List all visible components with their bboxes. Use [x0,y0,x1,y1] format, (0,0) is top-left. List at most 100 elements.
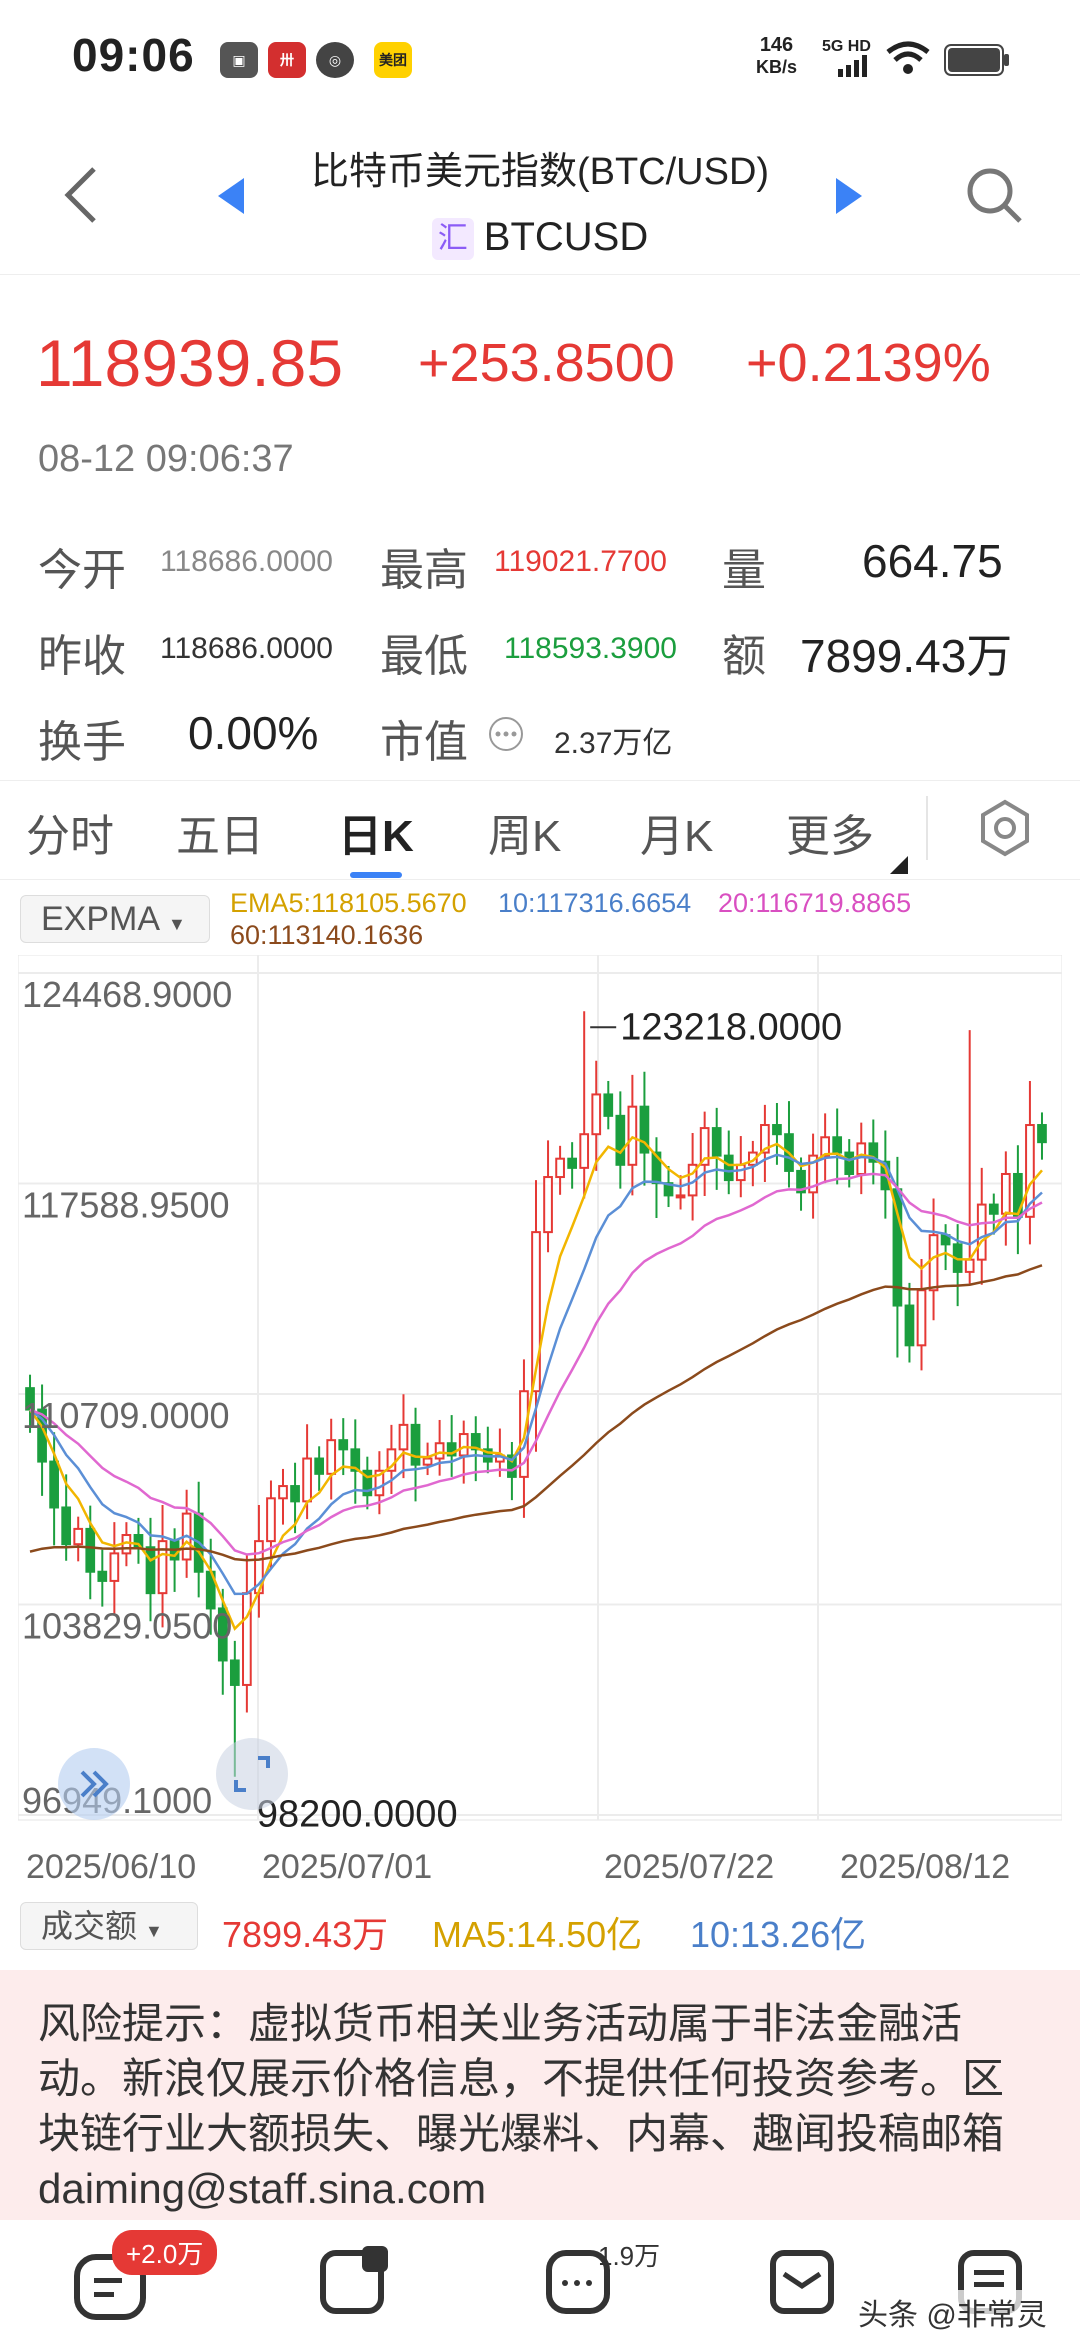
candle-body [97,1570,108,1582]
candle-body [735,1163,746,1182]
y-tick-label: 124468.9000 [22,974,232,1015]
candle-body [844,1151,855,1175]
open-label: 今开 [38,546,126,595]
candle-body [410,1423,421,1466]
candle-body [555,1157,565,1179]
candle-body [1037,1124,1047,1144]
low-label: 最低 [380,632,468,681]
active-tab-indicator [350,872,402,878]
candle-body [49,1460,59,1509]
tab-intraday[interactable]: 分时 [26,800,114,864]
candle-body [988,1203,999,1215]
tab-five-day[interactable]: 五日 [176,800,264,864]
candle-body [242,1592,252,1686]
candle-body [964,1258,975,1273]
candle-body [711,1127,722,1157]
volume-label: 量 [722,546,766,595]
candle-body [591,1093,602,1136]
high-value: 119021.7700 [494,545,667,578]
market-cap-label: 市值 [380,718,468,767]
x-tick: 2025/07/22 [604,1848,775,1886]
candle-body [434,1442,445,1460]
expand-left-button[interactable] [58,1748,130,1820]
candle-body [458,1433,469,1457]
settings-icon[interactable] [975,798,1035,858]
forex-tag: 汇 [431,218,474,261]
signal-icon [838,55,867,77]
candle-body [675,1194,686,1199]
candle-body [290,1485,300,1503]
indicator-select[interactable]: EXPMA ▼ [20,895,210,943]
candle-body [1000,1172,1011,1215]
amount-label: 额 [722,632,766,681]
volume-indicator-select[interactable]: 成交额 ▼ [20,1902,198,1950]
x-tick: 2025/07/01 [262,1848,433,1886]
app-notification-icon: ▣ [220,42,258,78]
ema5-legend: EMA5:118105.5670 [230,888,467,918]
app-notification-icon: ◎ [316,42,354,78]
fullscreen-button[interactable] [216,1738,288,1810]
candle-body [338,1439,349,1451]
double-chevron-icon [80,1770,109,1798]
candle-body [976,1203,987,1261]
low-value: 118593.3900 [504,632,677,665]
candle-body [302,1457,312,1503]
volume-amount: 7899.43万 [222,1914,389,1955]
next-symbol-icon[interactable] [834,176,864,216]
tab-weekly-k[interactable]: 周K [488,800,561,864]
price-change: +253.8500 [418,333,675,393]
candle-body [832,1136,843,1154]
candle-body [772,1124,782,1136]
status-time: 09:06 [72,29,195,81]
candle-body [615,1114,626,1166]
candle-body [229,1659,240,1686]
symbol-code: BTCUSD [483,215,649,259]
turnover-value: 0.00% [188,707,319,759]
meituan-app-icon: 美团 [374,42,412,78]
status-bar: 09:06 ▣ 卅 ◎ 美团 146 KB/s 5G HD [0,0,1080,120]
favorite-icon[interactable] [770,2250,834,2314]
comment-count-badge: +2.0万 [112,2230,218,2275]
candle-body [145,1546,156,1595]
quote-timestamp: 08-12 09:06:37 [38,438,294,480]
volume-ma5: MA5:14.50亿 [432,1914,643,1955]
prev-close-label: 昨收 [38,632,126,681]
candle-body [928,1234,939,1292]
candle-body [314,1457,325,1475]
page-title: 比特币美元指数(BTC/USD) [310,151,770,193]
ema10-legend: 10:117316.6654 [498,888,692,918]
candle-body [398,1423,409,1451]
open-value: 118686.0000 [160,545,333,578]
volume-ma10: 10:13.26亿 [690,1914,867,1955]
search-icon[interactable] [964,165,1024,225]
wifi-icon [886,41,930,74]
x-tick: 2025/08/12 [840,1848,1011,1886]
price-change-pct: +0.2139% [746,333,991,393]
high-label: 最高 [380,546,468,595]
prev-close-value: 118686.0000 [160,632,333,665]
chat-count: 1.9万 [598,2241,661,2271]
share-icon[interactable] [320,2246,388,2314]
candle-body [266,1497,276,1543]
y-tick-label: 110709.0000 [22,1395,230,1436]
tab-daily-k[interactable]: 日K [338,800,414,864]
battery-icon [944,44,1009,76]
tab-divider [926,796,928,860]
dropdown-corner-icon [890,856,908,874]
tab-more[interactable]: 更多 [786,800,874,864]
risk-notice: 风险提示：虚拟货币相关业务活动属于非法金融活动。新浪仅展示价格信息，不提供任何投… [0,1970,1080,2220]
app-notification-icon: 卅 [268,42,306,78]
tab-monthly-k[interactable]: 月K [640,800,713,864]
y-tick-label: 117588.9500 [22,1185,230,1226]
max-price-label: 123218.0000 [620,1006,842,1048]
watermark: 头条 @非常灵性 [852,2290,1080,2340]
more-info-icon[interactable] [488,716,524,752]
candlestick-chart[interactable]: 124468.9000 117588.9500 110709.0000 103829.… [18,955,1062,1850]
symbol-label: 汇 BTCUSD [0,215,1080,261]
signal-label: 5G HD [822,38,871,55]
candle-body [278,1485,288,1500]
candle-body [543,1176,553,1234]
volume-value: 664.75 [862,535,1003,587]
candle-body [422,1457,433,1466]
candle-body [579,1133,590,1169]
